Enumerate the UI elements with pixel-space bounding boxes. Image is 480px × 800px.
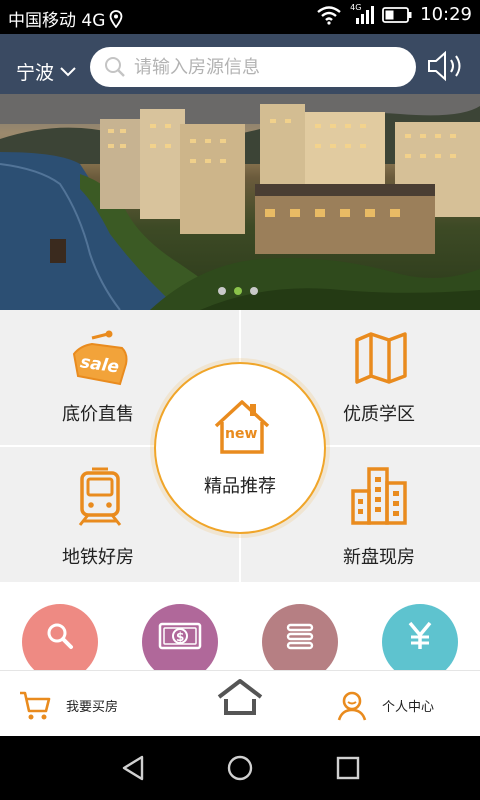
home-icon xyxy=(217,679,263,715)
quick-list-button[interactable] xyxy=(262,604,338,670)
quick-actions: $ xyxy=(0,584,480,670)
tab-label: 个人中心 xyxy=(382,699,435,715)
grid-item-label: 新盘现房 xyxy=(343,547,415,568)
signal-icon: 4G xyxy=(350,3,375,25)
chevron-down-icon xyxy=(60,66,76,76)
carousel-dot[interactable] xyxy=(218,287,226,295)
carousel-indicator xyxy=(218,287,258,295)
featured-label: 精品推荐 xyxy=(204,476,276,497)
search-input[interactable] xyxy=(134,56,394,78)
status-bar: 中国移动 4G 4G 10:29 xyxy=(0,0,480,34)
clock: 10:29 xyxy=(420,4,472,25)
tab-label: 我要买房 xyxy=(66,699,119,715)
city-selector[interactable]: 宁波 xyxy=(16,58,76,85)
sale-tag-icon: sale xyxy=(72,330,128,386)
user-icon xyxy=(337,691,367,721)
metro-train-icon xyxy=(78,467,122,526)
tab-buy-house[interactable]: 我要买房 xyxy=(18,689,118,721)
tab-personal-center[interactable]: 个人中心 xyxy=(336,689,434,721)
wifi-icon xyxy=(317,5,341,25)
search-box[interactable] xyxy=(90,47,416,87)
buildings-icon xyxy=(351,467,407,525)
city-name: 宁波 xyxy=(16,62,55,84)
tab-home[interactable] xyxy=(216,677,264,721)
quick-money-button[interactable]: $ xyxy=(142,604,218,670)
location-icon xyxy=(110,9,123,28)
grid-item-label: 底价直售 xyxy=(62,404,134,425)
carrier-label: 中国移动 4G xyxy=(8,11,106,31)
battery-icon xyxy=(382,6,412,23)
list-icon xyxy=(286,623,314,650)
featured-recommend-button[interactable]: new 精品推荐 xyxy=(154,362,326,534)
carousel-dot-active[interactable] xyxy=(234,287,242,295)
carousel-dot[interactable] xyxy=(250,287,258,295)
svg-text:new: new xyxy=(225,426,257,442)
quick-yuan-button[interactable] xyxy=(382,604,458,670)
search-icon xyxy=(47,623,73,649)
recents-icon[interactable] xyxy=(334,754,362,782)
search-icon xyxy=(105,57,125,77)
cart-icon xyxy=(20,691,51,720)
map-icon xyxy=(355,332,407,384)
home-nav-icon[interactable] xyxy=(226,754,254,782)
speaker-icon[interactable] xyxy=(426,50,466,82)
quick-search-button[interactable] xyxy=(22,604,98,670)
grid-item-label: 优质学区 xyxy=(343,404,415,425)
bottom-tab-bar: 我要买房 个人中心 xyxy=(0,670,480,736)
system-nav-bar xyxy=(0,736,480,800)
carrier-info: 中国移动 4G xyxy=(8,6,123,31)
new-house-icon: new xyxy=(214,400,270,454)
money-icon: $ xyxy=(158,622,202,650)
yuan-icon xyxy=(408,621,432,649)
back-icon[interactable] xyxy=(120,754,148,782)
svg-text:$: $ xyxy=(176,630,184,644)
category-grid: sale 底价直售 优质学区 地铁好房 新盘现房 new 精品推荐 xyxy=(0,310,480,584)
grid-item-label: 地铁好房 xyxy=(62,547,134,568)
hero-banner[interactable]: 宁波 xyxy=(0,34,480,310)
